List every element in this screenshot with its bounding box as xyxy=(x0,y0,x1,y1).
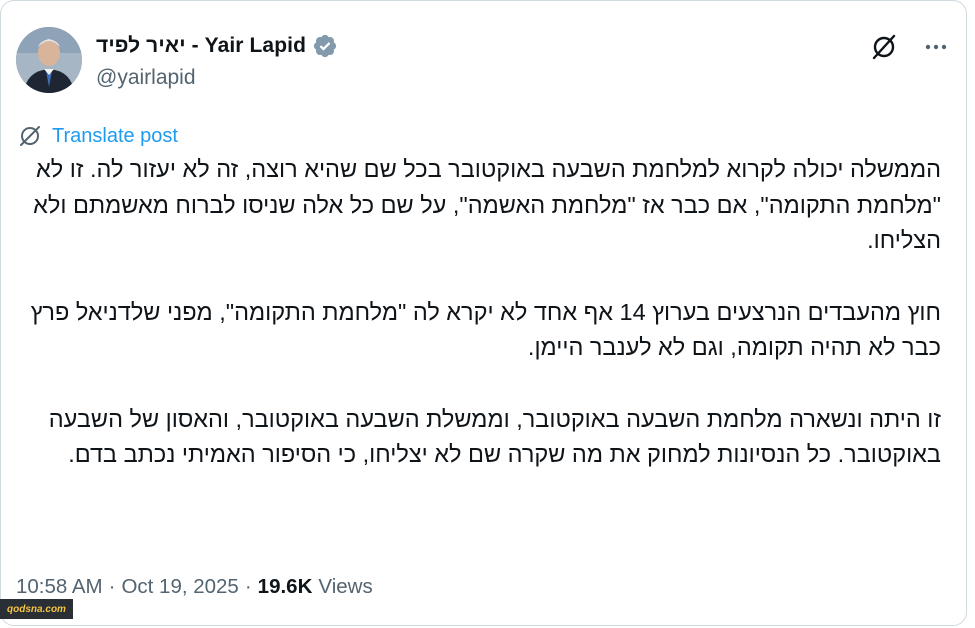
post-paragraph: זו היתה ונשארה מלחמת השבעה באוקטובר, וממ… xyxy=(48,405,941,468)
meta-separator: · xyxy=(108,575,116,598)
avatar-image xyxy=(16,27,82,93)
author-display-name[interactable]: יאיר לפיד - Yair Lapid xyxy=(96,34,306,58)
author-name-row[interactable]: יאיר לפיד - Yair Lapid xyxy=(96,33,338,59)
verified-badge-icon xyxy=(312,33,338,59)
translate-icon xyxy=(20,126,40,146)
post-body: הממשלה יכולה לקרוא למלחמת השבעה באוקטובר… xyxy=(21,152,941,509)
watermark: qodsna.com xyxy=(0,599,73,619)
meta-separator: · xyxy=(244,575,252,598)
post-date[interactable]: Oct 19, 2025 xyxy=(121,575,238,599)
translate-post-link[interactable]: Translate post xyxy=(18,124,178,148)
post-meta: 10:58 AM · Oct 19, 2025 · 19.6K Views xyxy=(16,575,373,599)
post-actions xyxy=(869,32,951,62)
more-dots-icon[interactable] xyxy=(921,32,951,62)
translate-label[interactable]: Translate post xyxy=(52,125,178,148)
slash-circle-icon[interactable] xyxy=(869,32,899,62)
author-handle[interactable]: @yairlapid xyxy=(96,66,196,90)
views-label: Views xyxy=(318,575,373,598)
avatar[interactable] xyxy=(16,27,82,93)
views-count[interactable]: 19.6K xyxy=(258,575,313,599)
post-time[interactable]: 10:58 AM xyxy=(16,575,103,599)
post-paragraph: חוץ מהעבדים הנרצעים בערוץ 14 אף אחד לא י… xyxy=(30,298,941,361)
post-paragraph: הממשלה יכולה לקרוא למלחמת השבעה באוקטובר… xyxy=(33,156,941,253)
